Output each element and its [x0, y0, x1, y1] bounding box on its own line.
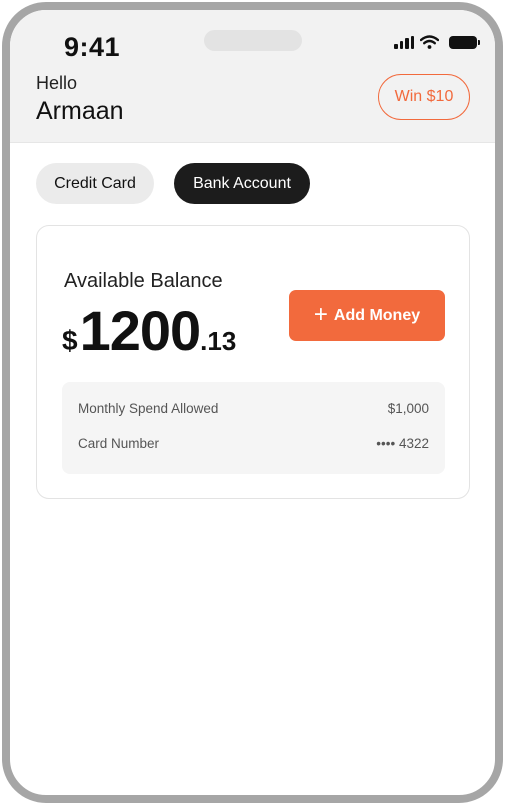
balance-amount: $ 1200 .13 [62, 298, 236, 363]
tab-credit-card[interactable]: Credit Card [36, 163, 154, 204]
greeting-text: Hello [36, 73, 78, 93]
win-promo-button[interactable]: Win $10 [378, 74, 470, 120]
balance-cents: .13 [200, 326, 237, 356]
detail-label: Card Number [78, 436, 160, 451]
balance-whole: 1200 [79, 299, 202, 362]
app-header: 9:41 Hello Armaan Win $10 [10, 10, 495, 143]
battery-icon [449, 35, 480, 49]
balance-currency: $ [62, 325, 78, 356]
add-money-label: Add Money [333, 306, 421, 324]
detail-label: Monthly Spend Allowed [78, 401, 219, 416]
add-money-button[interactable]: + Add Money [289, 290, 445, 341]
plus-icon: + [313, 300, 328, 328]
status-time: 9:41 [64, 32, 121, 62]
detail-value: •••• 4322 [376, 436, 429, 451]
user-name: Armaan [36, 97, 124, 125]
wifi-icon [420, 35, 439, 49]
balance-card: Available Balance $ 1200 .13 + Add Money… [36, 225, 470, 499]
tab-bank-account[interactable]: Bank Account [174, 163, 310, 204]
cellular-signal-icon [394, 35, 414, 49]
card-details: Monthly Spend Allowed $1,000 Card Number… [62, 382, 445, 474]
phone-frame: 9:41 Hello Armaan Win $10 Credit Card Ba… [2, 2, 503, 803]
balance-label: Available Balance [64, 270, 223, 292]
status-icons [394, 35, 480, 49]
detail-row-card-number: Card Number •••• 4322 [78, 436, 429, 451]
detail-value: $1,000 [387, 401, 429, 416]
detail-row-spend: Monthly Spend Allowed $1,000 [78, 401, 429, 416]
dynamic-island [204, 30, 302, 51]
